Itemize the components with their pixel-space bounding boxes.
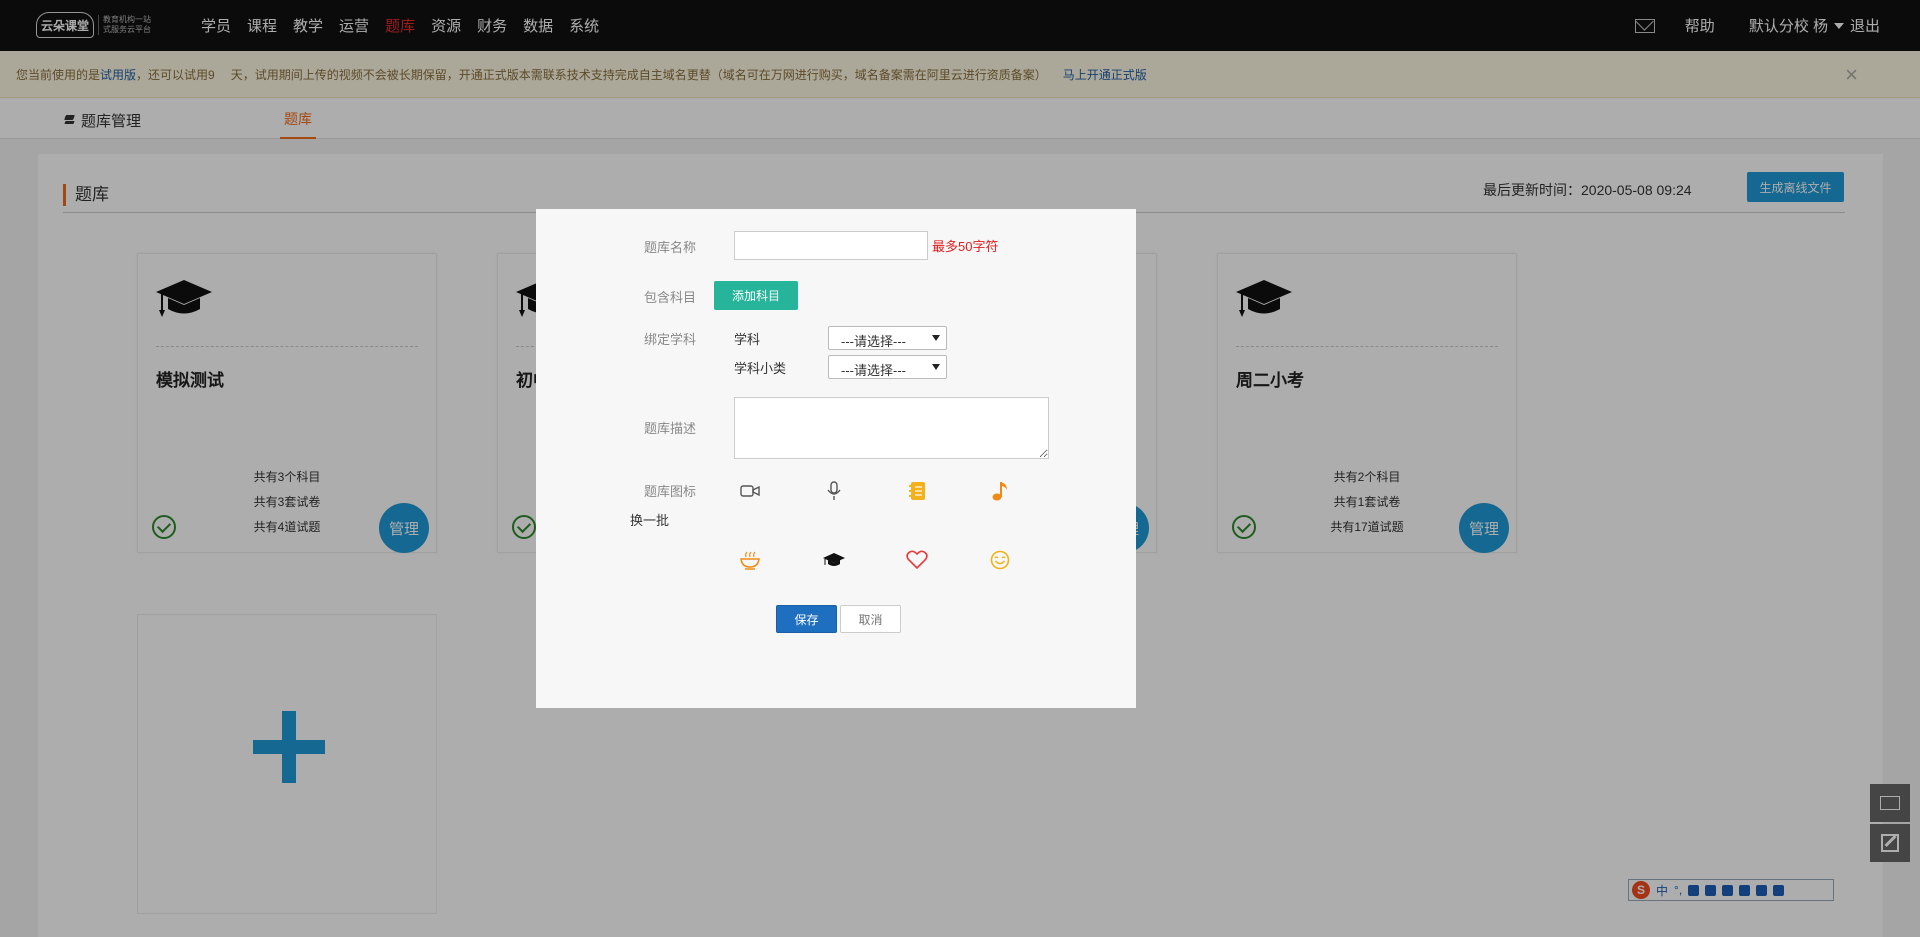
save-button[interactable]: 保存: [776, 605, 837, 633]
subject-select[interactable]: ---请选择---: [828, 326, 947, 350]
subject-select-value: ---请选择---: [841, 334, 906, 349]
cancel-button[interactable]: 取消: [840, 605, 901, 633]
name-label: 题库名称: [644, 240, 697, 255]
name-input[interactable]: [734, 231, 928, 260]
subcategory-select[interactable]: ---请选择---: [828, 355, 947, 379]
create-question-bank-dialog: 题库名称 最多50字符 包含科目 添加科目 绑定学科 学科 ---请选择--- …: [536, 209, 1136, 708]
bind-subject-label: 绑定学科: [644, 332, 697, 347]
add-subject-button[interactable]: 添加科目: [714, 281, 798, 310]
subject-label: 学科: [734, 332, 761, 347]
microphone-icon[interactable]: [823, 480, 845, 502]
icon-label: 题库图标: [644, 484, 697, 499]
chevron-down-icon: [932, 364, 940, 370]
description-label: 题库描述: [644, 421, 697, 436]
video-icon[interactable]: [739, 480, 761, 502]
chevron-down-icon: [932, 335, 940, 341]
subjects-label: 包含科目: [644, 290, 697, 305]
swap-icons-link[interactable]: 换一批: [630, 510, 669, 529]
bowl-icon[interactable]: [739, 549, 761, 571]
heart-icon[interactable]: [906, 549, 928, 571]
graduation-cap-icon[interactable]: [823, 549, 845, 571]
smile-icon[interactable]: [989, 549, 1011, 571]
name-hint: 最多50字符: [932, 239, 999, 254]
music-note-icon[interactable]: [989, 480, 1011, 502]
notebook-icon[interactable]: [906, 480, 928, 502]
subcategory-select-value: ---请选择---: [841, 363, 906, 378]
description-textarea[interactable]: [734, 397, 1049, 459]
subcategory-label: 学科小类: [734, 361, 787, 376]
